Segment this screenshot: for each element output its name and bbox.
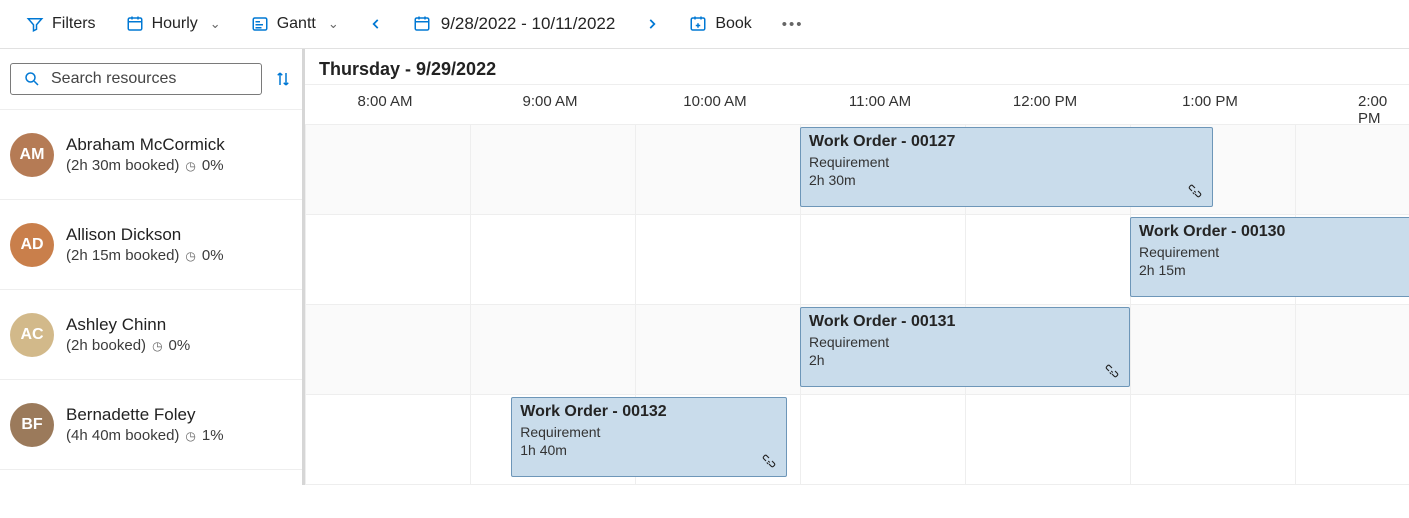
time-slot-label: 10:00 AM: [683, 93, 746, 110]
handshake-icon: [1103, 362, 1121, 380]
time-slot-label: 8:00 AM: [357, 93, 412, 110]
date-range-label: 9/28/2022 - 10/11/2022: [441, 14, 616, 34]
prev-date-button[interactable]: [359, 13, 393, 35]
gantt-icon: [251, 15, 269, 33]
calendar-plus-icon: [689, 15, 707, 33]
day-header: Thursday - 9/29/2022: [305, 49, 1409, 85]
booking-requirement: Requirement: [809, 153, 1204, 171]
booking[interactable]: Work Order - 00132Requirement1h 40m: [511, 397, 787, 477]
grid-row[interactable]: Work Order - 00130Requirement2h 15m: [305, 215, 1409, 305]
next-date-button[interactable]: [635, 13, 669, 35]
booking-title: Work Order - 00127: [809, 132, 1204, 153]
filters-label: Filters: [52, 15, 96, 33]
more-menu[interactable]: •••: [772, 12, 814, 37]
booking-duration: 2h 15m: [1139, 261, 1409, 279]
search-icon: [23, 70, 41, 88]
filter-icon: [26, 15, 44, 33]
booking-duration: 2h: [809, 351, 1121, 369]
time-slot-label: 1:00 PM: [1182, 93, 1238, 110]
resource-name: Bernadette Foley: [66, 405, 224, 425]
resource-name: Abraham McCormick: [66, 135, 225, 155]
booking[interactable]: Work Order - 00127Requirement2h 30m: [800, 127, 1213, 207]
booking-requirement: Requirement: [1139, 243, 1409, 261]
calendar-icon: [413, 15, 431, 33]
resource-row[interactable]: AC Ashley Chinn (2h booked)◷0%: [0, 290, 302, 380]
booking-requirement: Requirement: [520, 423, 778, 441]
hourly-dropdown[interactable]: Hourly ⌄: [116, 9, 231, 39]
calendar-clock-icon: [126, 15, 144, 33]
hourly-label: Hourly: [152, 15, 198, 33]
resource-sub: (2h 30m booked)◷0%: [66, 157, 225, 174]
handshake-icon: [760, 452, 778, 470]
clock-icon: ◷: [185, 429, 195, 443]
booking[interactable]: Work Order - 00130Requirement2h 15m: [1130, 217, 1409, 297]
book-label: Book: [715, 15, 751, 33]
filters-button[interactable]: Filters: [16, 9, 106, 39]
resource-row[interactable]: AD Allison Dickson (2h 15m booked)◷0%: [0, 200, 302, 290]
time-slot-label: 9:00 AM: [522, 93, 577, 110]
avatar: BF: [10, 403, 54, 447]
time-slot-label: 11:00 AM: [849, 93, 911, 110]
booking-requirement: Requirement: [809, 333, 1121, 351]
resource-name: Allison Dickson: [66, 225, 224, 245]
handshake-icon: [1186, 182, 1204, 200]
chevron-down-icon: ⌄: [210, 16, 221, 32]
booking-title: Work Order - 00130: [1139, 222, 1409, 243]
time-header: 8:00 AM 9:00 AM 10:00 AM 11:00 AM 12:00 PM 1:…: [305, 85, 1409, 125]
resource-row[interactable]: AM Abraham McCormick (2h 30m booked)◷0%: [0, 110, 302, 200]
resource-sub: (4h 40m booked)◷1%: [66, 427, 224, 444]
resource-sub: (2h booked)◷0%: [66, 337, 190, 354]
booking[interactable]: Work Order - 00131Requirement2h: [800, 307, 1130, 387]
resource-panel: AMAbraham McCormick(2h 30m booked)◷0%ADA…: [0, 49, 305, 485]
avatar: AC: [10, 313, 54, 357]
booking-title: Work Order - 00131: [809, 312, 1121, 333]
chevron-down-icon: ⌄: [328, 16, 339, 32]
resource-sub: (2h 15m booked)◷0%: [66, 247, 224, 264]
clock-icon: ◷: [152, 339, 162, 353]
resource-row[interactable]: BF Bernadette Foley (4h 40m booked)◷1%: [0, 380, 302, 470]
avatar: AD: [10, 223, 54, 267]
gantt-label: Gantt: [277, 15, 316, 33]
booking-duration: 2h 30m: [809, 171, 1204, 189]
avatar: AM: [10, 133, 54, 177]
booking-title: Work Order - 00132: [520, 402, 778, 423]
grid-row[interactable]: Work Order - 00127Requirement2h 30m: [305, 125, 1409, 215]
date-range-picker[interactable]: 9/28/2022 - 10/11/2022: [403, 8, 626, 40]
gantt-dropdown[interactable]: Gantt ⌄: [241, 9, 349, 39]
resource-name: Ashley Chinn: [66, 315, 190, 335]
time-slot-label: 12:00 PM: [1013, 93, 1077, 110]
toolbar: Filters Hourly ⌄ Gantt ⌄ 9/28/2022 - 10/…: [0, 0, 1409, 49]
schedule-grid: Thursday - 9/29/2022 8:00 AM 9:00 AM 10:00…: [305, 49, 1409, 485]
grid-row[interactable]: Work Order - 00132Requirement1h 40m: [305, 395, 1409, 485]
book-button[interactable]: Book: [679, 9, 761, 39]
grid-row[interactable]: Work Order - 00131Requirement2h: [305, 305, 1409, 395]
clock-icon: ◷: [185, 249, 195, 263]
search-input[interactable]: [51, 70, 249, 88]
search-input-container[interactable]: [10, 63, 262, 95]
booking-duration: 1h 40m: [520, 441, 778, 459]
time-slot-label: 2:00 PM: [1358, 93, 1392, 127]
clock-icon: ◷: [185, 159, 195, 173]
sort-button[interactable]: [274, 70, 292, 88]
